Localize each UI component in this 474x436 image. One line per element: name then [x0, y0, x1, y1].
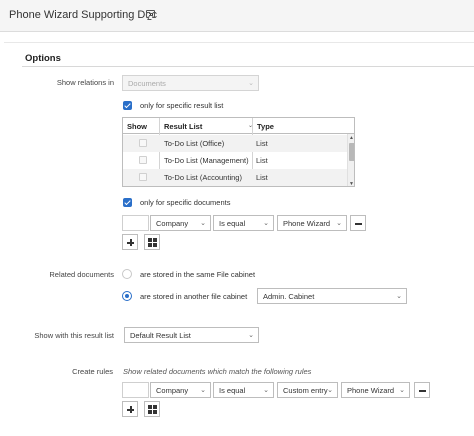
chevron-down-icon: ⌄: [263, 220, 269, 227]
create-rules-label: Create rules: [72, 367, 113, 376]
row-result-list-name: To-Do List (Accounting): [164, 173, 242, 182]
chevron-down-icon: ⌄: [396, 293, 402, 300]
only-result-list-label: only for specific result list: [140, 101, 224, 110]
remove-rule-button[interactable]: [414, 382, 430, 398]
section-divider: [22, 66, 474, 67]
table-row[interactable]: To-Do List (Management) List: [123, 152, 347, 169]
rule-operator-select[interactable]: Is equal ⌄: [213, 382, 274, 398]
filter-field-select[interactable]: Company ⌄: [150, 215, 211, 231]
rule-value-select[interactable]: Phone Wizard ⌄: [341, 382, 410, 398]
only-documents-checkbox[interactable]: [123, 198, 132, 207]
chevron-down-icon: ⌄: [200, 220, 206, 227]
options-panel: [4, 42, 474, 436]
add-rule-group-button[interactable]: [144, 401, 160, 417]
rule-operator-value: Is equal: [219, 386, 246, 395]
chevron-down-icon: ⌄: [327, 387, 333, 394]
related-documents-label: Related documents: [49, 270, 114, 279]
comment-icon[interactable]: [146, 10, 155, 18]
row-show-checkbox[interactable]: [139, 156, 147, 164]
rule-entry-type-value: Custom entry: [283, 386, 328, 395]
only-documents-label: only for specific documents: [140, 198, 231, 207]
result-list-label: Show with this result list: [34, 331, 114, 340]
rule-field-select[interactable]: Company ⌄: [150, 382, 211, 398]
rule-value: Phone Wizard: [347, 386, 395, 395]
rule-field-value: Company: [156, 386, 189, 395]
chevron-down-icon: ⌄: [248, 80, 254, 87]
create-rules-hint: Show related documents which match the f…: [123, 367, 312, 376]
row-result-list-name: To-Do List (Management): [164, 156, 249, 165]
add-group-button[interactable]: [144, 234, 160, 250]
same-cabinet-label: are stored in the same File cabinet: [140, 270, 256, 279]
filter-value-select[interactable]: Phone Wizard ⌄: [277, 215, 347, 231]
other-cabinet-radio[interactable]: [122, 291, 132, 301]
row-type: List: [256, 156, 268, 165]
result-list-table: Show Result List ⌄ Type To-Do List (Offi…: [122, 117, 355, 187]
filter-operator-value: Is equal: [219, 219, 246, 228]
column-header-show[interactable]: Show: [127, 122, 147, 131]
other-cabinet-label: are stored in another file cabinet: [140, 292, 248, 301]
remove-filter-button[interactable]: [350, 215, 366, 231]
only-result-list-checkbox[interactable]: [123, 101, 132, 110]
show-relations-select[interactable]: Documents ⌄: [122, 75, 259, 91]
column-header-result-list[interactable]: Result List: [164, 122, 202, 131]
add-rule-button[interactable]: [122, 401, 138, 417]
chevron-down-icon: ⌄: [248, 332, 254, 339]
table-header: Show Result List ⌄ Type: [123, 118, 354, 134]
chevron-down-icon: ⌄: [399, 387, 405, 394]
row-type: List: [256, 139, 268, 148]
rule-entry-type-select[interactable]: Custom entry ⌄: [277, 382, 338, 398]
filter-operator-select[interactable]: Is equal ⌄: [213, 215, 274, 231]
row-show-checkbox[interactable]: [139, 139, 147, 147]
chevron-down-icon: ⌄: [263, 387, 269, 394]
table-row[interactable]: To-Do List (Accounting) List: [123, 169, 347, 186]
filter-value: Phone Wizard: [283, 219, 331, 228]
scroll-up-icon[interactable]: ▲: [349, 135, 354, 141]
rule-connector-field[interactable]: [122, 382, 149, 398]
result-list-value: Default Result List: [130, 331, 191, 340]
show-relations-value: Documents: [128, 79, 166, 88]
cabinet-select[interactable]: Admin. Cabinet ⌄: [257, 288, 407, 304]
table-scrollbar[interactable]: ▲ ▼: [347, 134, 354, 186]
cabinet-value: Admin. Cabinet: [263, 292, 315, 301]
add-filter-button[interactable]: [122, 234, 138, 250]
page-title: Phone Wizard Supporting Doc: [9, 9, 157, 21]
title-bar: Phone Wizard Supporting Doc: [0, 0, 474, 32]
chevron-down-icon: ⌄: [336, 220, 342, 227]
options-heading: Options: [25, 53, 61, 64]
result-list-select[interactable]: Default Result List ⌄: [124, 327, 259, 343]
same-cabinet-radio[interactable]: [122, 269, 132, 279]
chevron-down-icon: ⌄: [200, 387, 206, 394]
row-result-list-name: To-Do List (Office): [164, 139, 225, 148]
column-header-type[interactable]: Type: [257, 122, 274, 131]
show-relations-label: Show relations in: [56, 78, 114, 87]
scroll-thumb[interactable]: [349, 143, 354, 161]
row-type: List: [256, 173, 268, 182]
row-show-checkbox[interactable]: [139, 173, 147, 181]
filter-field-value: Company: [156, 219, 189, 228]
scroll-down-icon[interactable]: ▼: [349, 181, 354, 186]
filter-connector-field[interactable]: [122, 215, 149, 231]
table-row[interactable]: To-Do List (Office) List: [123, 135, 347, 152]
